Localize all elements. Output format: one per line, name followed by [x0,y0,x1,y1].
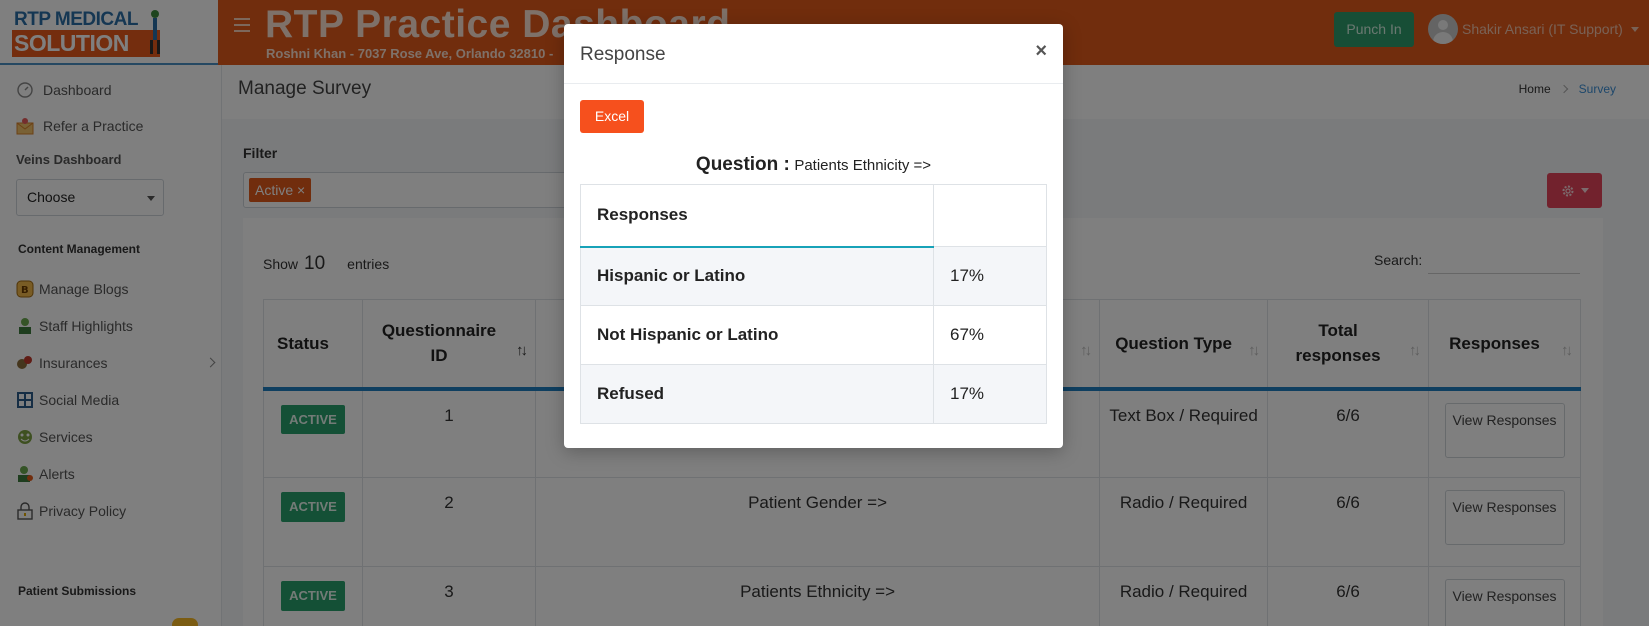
percent-header [933,184,1047,247]
response-label: Not Hispanic or Latino [580,305,934,365]
response-percent: 17% [933,364,1047,424]
question-label: Question : [695,154,790,175]
response-modal: Response × Excel Question : Patients Eth… [564,24,1063,448]
response-table: Responses Hispanic or Latino 17% Not His… [580,184,1047,424]
response-label: Refused [580,364,934,424]
response-percent: 17% [933,246,1047,306]
responses-header: Responses [580,184,934,248]
table-row: Hispanic or Latino 17% [580,246,1047,306]
close-icon[interactable]: × [1035,40,1047,63]
table-row: Not Hispanic or Latino 67% [580,305,1047,365]
response-percent: 67% [933,305,1047,365]
modal-title: Response [580,44,666,65]
response-label: Hispanic or Latino [580,246,934,306]
question-heading: Question : Patients Ethnicity => [564,154,1063,176]
table-row: Refused 17% [580,364,1047,424]
excel-export-button[interactable]: Excel [580,100,644,133]
modal-header: Response × [564,24,1063,84]
question-text: Patients Ethnicity => [794,157,932,174]
